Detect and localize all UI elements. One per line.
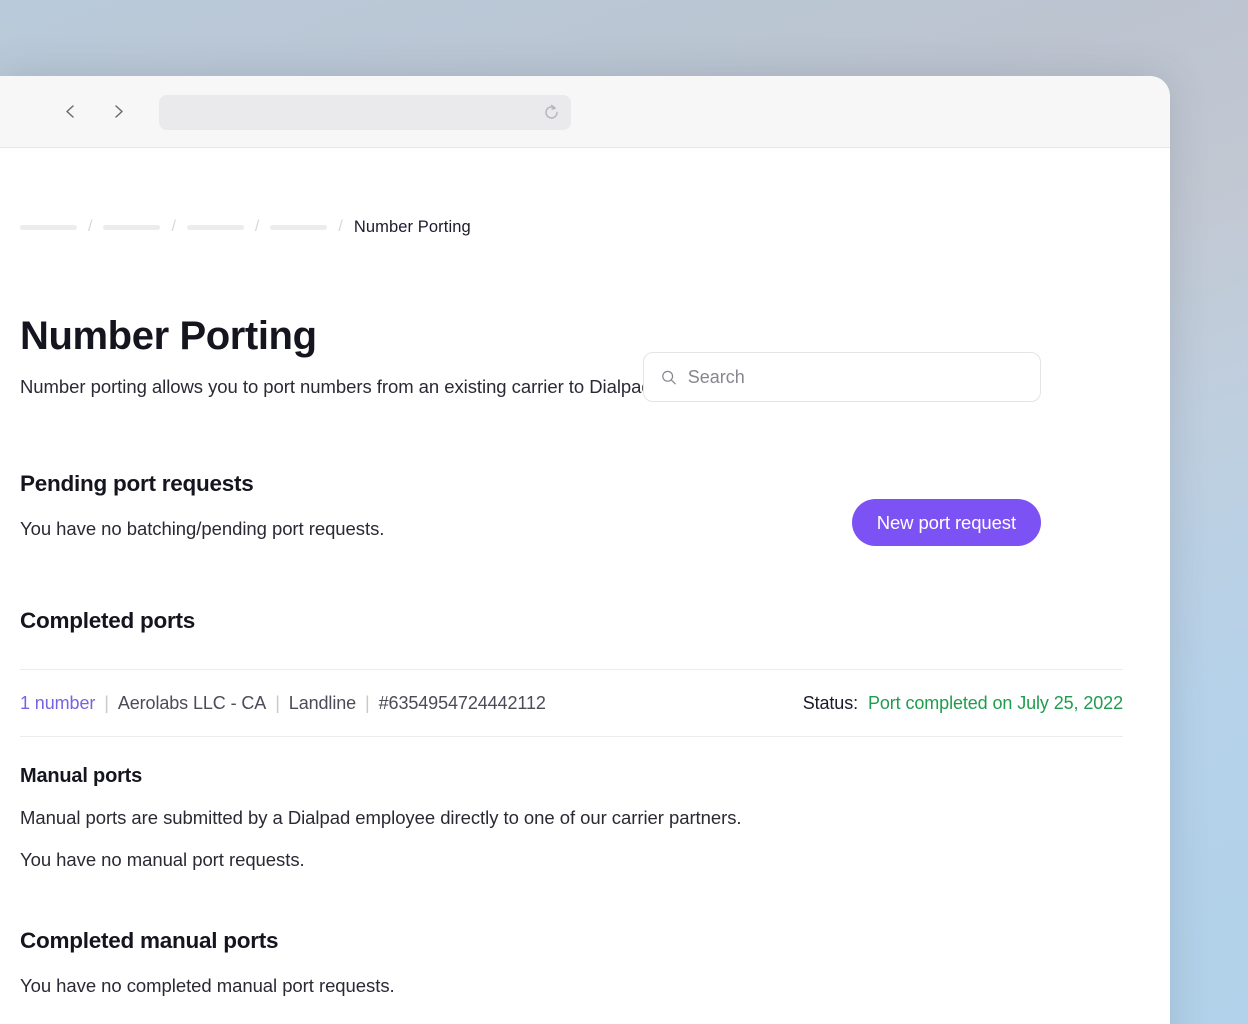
port-order-id: #6354954724442112 [379,693,546,714]
url-input[interactable] [159,95,571,130]
breadcrumb-placeholder-1[interactable] [20,225,77,230]
port-type: Landline [289,693,356,714]
search-input[interactable] [688,367,1023,388]
status-value: Port completed on July 25, 2022 [868,693,1123,713]
completed-section-heading: Completed ports [20,608,1150,634]
new-port-request-button[interactable]: New port request [852,499,1041,546]
manual-description: Manual ports are submitted by a Dialpad … [20,807,1150,829]
divider [20,736,1123,737]
reload-icon[interactable] [540,102,562,124]
breadcrumb-separator-1: / [88,219,92,235]
chevron-right-icon [110,103,127,120]
table-row[interactable]: 1 number | Aerolabs LLC - CA | Landline … [20,670,1123,736]
manual-ports-section: Manual ports Manual ports are submitted … [20,765,1150,871]
row-divider-1: | [104,693,109,714]
port-number-link[interactable]: 1 number [20,693,95,714]
completed-ports-section: Completed ports 1 number | Aerolabs LLC … [20,608,1150,737]
pending-section-heading: Pending port requests [20,471,1150,497]
breadcrumb-separator-4: / [338,219,342,235]
completed-manual-ports-section: Completed manual ports You have no compl… [20,928,1150,997]
search-box[interactable] [643,352,1041,402]
reload-glyph [542,103,561,122]
forward-button[interactable] [101,95,135,129]
back-button[interactable] [53,95,87,129]
table-row-details: 1 number | Aerolabs LLC - CA | Landline … [20,693,546,714]
status-badge: Status: Port completed on July 25, 2022 [803,693,1123,714]
breadcrumb-separator-3: / [255,219,259,235]
breadcrumb-placeholder-3[interactable] [187,225,244,230]
breadcrumb-placeholder-2[interactable] [103,225,160,230]
status-label: Status: [803,693,858,713]
breadcrumb-current: Number Porting [354,218,471,237]
port-carrier: Aerolabs LLC - CA [118,693,266,714]
manual-section-heading: Manual ports [20,765,1150,788]
row-divider-2: | [275,693,280,714]
completed-manual-empty-text: You have no completed manual port reques… [20,975,1150,997]
browser-window: / / / / Number Porting Number Porting Nu… [0,76,1170,1024]
completed-manual-section-heading: Completed manual ports [20,928,1150,954]
breadcrumb-separator-2: / [171,219,175,235]
breadcrumb-placeholder-4[interactable] [270,225,327,230]
page-content: / / / / Number Porting Number Porting Nu… [0,148,1170,1024]
breadcrumb: / / / / Number Porting [20,148,1150,241]
search-icon [661,369,677,386]
chevron-left-icon [62,103,79,120]
manual-empty-text: You have no manual port requests. [20,849,1150,871]
browser-toolbar [0,76,1170,148]
row-divider-3: | [365,693,370,714]
